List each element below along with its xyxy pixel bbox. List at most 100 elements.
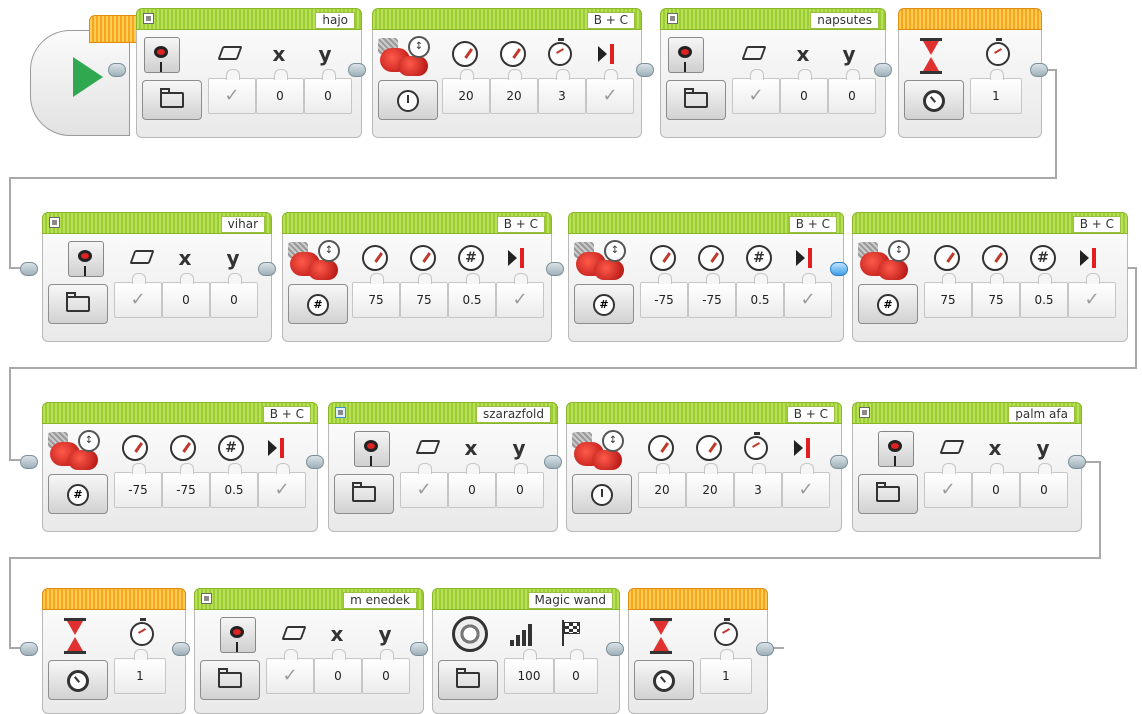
power-right-param[interactable]: 20 xyxy=(490,69,538,114)
clear-param[interactable]: ✓ xyxy=(400,463,448,508)
power-right-param[interactable]: 75 xyxy=(400,273,448,318)
sequence-plug[interactable] xyxy=(348,63,366,77)
brake-param[interactable]: ✓ xyxy=(1068,273,1116,318)
display-filename[interactable]: hajo xyxy=(315,12,355,29)
brake-param[interactable]: ✓ xyxy=(586,69,634,114)
rotations-param[interactable]: 0.5 xyxy=(1020,273,1068,318)
display-block-vihar[interactable]: vihar x y ✓ 0 0 xyxy=(42,212,272,342)
display-block-napsutes[interactable]: napsutes x y ✓ 0 0 xyxy=(660,8,886,138)
sequence-plug[interactable] xyxy=(606,642,624,656)
move-tank-block-3[interactable]: B + C ↕ # # -75 -75 0.5 ✓ xyxy=(568,212,844,342)
mode-selector[interactable]: # xyxy=(288,284,348,324)
sound-filename[interactable]: Magic wand xyxy=(527,592,613,609)
mode-selector[interactable] xyxy=(200,660,260,700)
sequence-plug[interactable] xyxy=(258,262,276,276)
display-block-szarazfold[interactable]: szarazfold x y ✓ 0 0 xyxy=(328,402,558,532)
volume-param[interactable]: 100 xyxy=(504,649,554,694)
x-param[interactable]: 0 xyxy=(972,463,1020,508)
power-right-param[interactable]: 20 xyxy=(686,463,734,508)
y-param[interactable]: 0 xyxy=(828,69,876,114)
mode-selector[interactable] xyxy=(572,474,632,514)
display-block-menedek[interactable]: m enedek x y ✓ 0 0 xyxy=(194,588,424,714)
power-right-param[interactable]: -75 xyxy=(162,463,210,508)
motor-ports[interactable]: B + C xyxy=(1072,216,1121,233)
y-param[interactable]: 0 xyxy=(362,649,410,694)
sequence-plug[interactable] xyxy=(546,262,564,276)
brake-param[interactable]: ✓ xyxy=(496,273,544,318)
motor-ports[interactable]: B + C xyxy=(496,216,545,233)
sequence-plug[interactable] xyxy=(20,262,38,276)
play-icon[interactable] xyxy=(73,57,103,97)
display-filename[interactable]: m enedek xyxy=(343,592,417,609)
start-block[interactable] xyxy=(30,15,159,136)
y-param[interactable]: 0 xyxy=(210,273,258,318)
sequence-plug[interactable] xyxy=(830,455,848,469)
clear-param[interactable]: ✓ xyxy=(208,69,256,114)
x-param[interactable]: 0 xyxy=(162,273,210,318)
motor-ports[interactable]: B + C xyxy=(788,216,837,233)
sound-block[interactable]: Magic wand 100 0 xyxy=(432,588,620,714)
sequence-plug[interactable] xyxy=(756,642,774,656)
mode-selector[interactable] xyxy=(378,80,438,120)
program-canvas[interactable]: hajo x y ✓ 0 0 B + C ↕ 20 20 3 ✓ napsute… xyxy=(0,0,1142,714)
seconds-param[interactable]: 3 xyxy=(734,463,782,508)
wait-block-2[interactable]: 1 xyxy=(42,588,186,714)
brake-param[interactable]: ✓ xyxy=(258,463,306,508)
sequence-plug[interactable] xyxy=(172,642,190,656)
move-tank-block-4[interactable]: B + C ↕ # # 75 75 0.5 ✓ xyxy=(852,212,1128,342)
x-param[interactable]: 0 xyxy=(256,69,304,114)
mode-selector[interactable] xyxy=(48,660,108,700)
brake-param[interactable]: ✓ xyxy=(782,463,830,508)
power-left-param[interactable]: 75 xyxy=(352,273,400,318)
wait-seconds-param[interactable]: 1 xyxy=(970,69,1022,114)
move-tank-block-6[interactable]: B + C ↕ 20 20 3 ✓ xyxy=(566,402,842,532)
motor-ports[interactable]: B + C xyxy=(786,406,835,423)
display-filename[interactable]: szarazfold xyxy=(475,406,551,423)
mode-selector[interactable] xyxy=(666,80,726,120)
power-left-param[interactable]: 20 xyxy=(442,69,490,114)
sequence-plug[interactable] xyxy=(874,63,892,77)
y-param[interactable]: 0 xyxy=(496,463,544,508)
mode-selector[interactable] xyxy=(634,660,694,700)
sequence-plug[interactable] xyxy=(1030,63,1048,77)
power-left-param[interactable]: 75 xyxy=(924,273,972,318)
sequence-plug[interactable] xyxy=(306,455,324,469)
wait-seconds-param[interactable]: 1 xyxy=(700,649,752,694)
mode-selector[interactable] xyxy=(858,474,918,514)
mode-selector[interactable] xyxy=(438,660,498,700)
sequence-plug[interactable] xyxy=(1068,455,1086,469)
sequence-plug[interactable] xyxy=(544,455,562,469)
display-filename[interactable]: napsutes xyxy=(810,12,879,29)
display-block-hajo[interactable]: hajo x y ✓ 0 0 xyxy=(136,8,362,138)
mode-selector[interactable]: # xyxy=(858,284,918,324)
power-left-param[interactable]: 20 xyxy=(638,463,686,508)
move-tank-block-5[interactable]: B + C ↕ # # -75 -75 0.5 ✓ xyxy=(42,402,318,532)
wait-seconds-param[interactable]: 1 xyxy=(114,649,166,694)
rotations-param[interactable]: 0.5 xyxy=(736,273,784,318)
y-param[interactable]: 0 xyxy=(1020,463,1068,508)
clear-param[interactable]: ✓ xyxy=(266,649,314,694)
mode-selector[interactable] xyxy=(334,474,394,514)
motor-ports[interactable]: B + C xyxy=(586,12,635,29)
rotations-param[interactable]: 0.5 xyxy=(448,273,496,318)
mode-selector[interactable] xyxy=(48,284,108,324)
power-left-param[interactable]: -75 xyxy=(114,463,162,508)
display-filename[interactable]: vihar xyxy=(220,216,265,233)
mode-selector[interactable]: # xyxy=(48,474,108,514)
mode-selector[interactable] xyxy=(904,80,964,120)
y-param[interactable]: 0 xyxy=(304,69,352,114)
sequence-plug[interactable] xyxy=(636,63,654,77)
x-param[interactable]: 0 xyxy=(314,649,362,694)
sequence-plug[interactable] xyxy=(108,63,126,77)
power-left-param[interactable]: -75 xyxy=(640,273,688,318)
power-right-param[interactable]: 75 xyxy=(972,273,1020,318)
brake-param[interactable]: ✓ xyxy=(784,273,832,318)
x-param[interactable]: 0 xyxy=(780,69,828,114)
move-tank-block-2[interactable]: B + C ↕ # # 75 75 0.5 ✓ xyxy=(282,212,552,342)
move-tank-block-1[interactable]: B + C ↕ 20 20 3 ✓ xyxy=(372,8,642,138)
mode-selector[interactable] xyxy=(142,80,202,120)
clear-param[interactable]: ✓ xyxy=(924,463,972,508)
wait-block-3[interactable]: 1 xyxy=(628,588,768,714)
rotations-param[interactable]: 0.5 xyxy=(210,463,258,508)
sequence-plug[interactable] xyxy=(410,642,428,656)
